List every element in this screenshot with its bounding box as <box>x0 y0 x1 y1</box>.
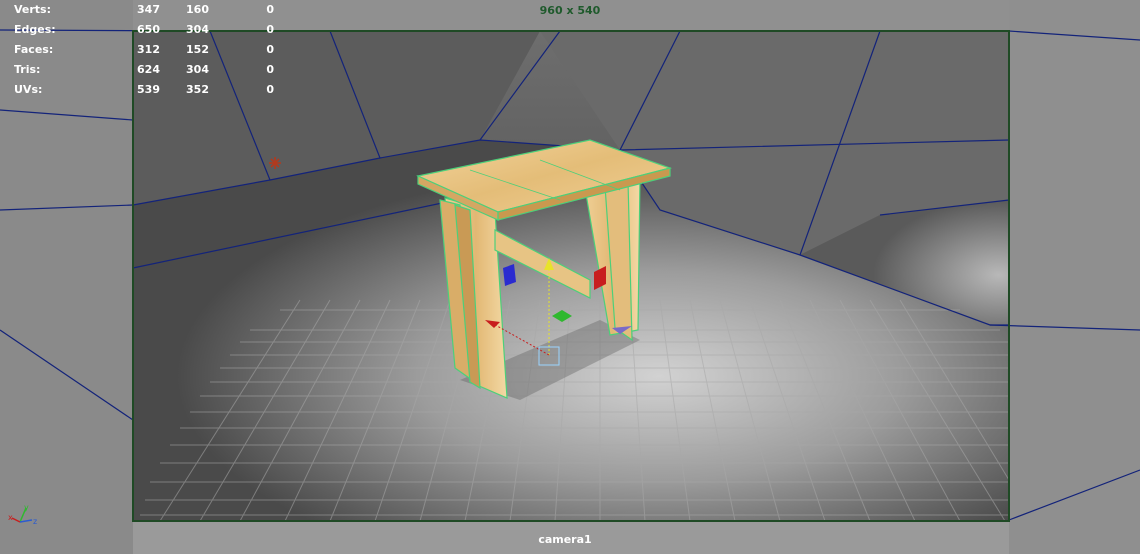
hud-label: Faces: <box>14 43 54 56</box>
hud-value: 624 <box>137 63 160 76</box>
axis-label-y: y <box>24 503 29 512</box>
view-axis-indicator: y x z <box>6 500 46 540</box>
hud-label: UVs: <box>14 83 43 96</box>
hud-value: 0 <box>266 43 274 56</box>
hud-value: 304 <box>186 23 209 36</box>
hud-value: 352 <box>186 83 209 96</box>
hud-value: 347 <box>137 3 160 16</box>
hud-value: 152 <box>186 43 209 56</box>
hud-value: 539 <box>137 83 160 96</box>
hud-value: 650 <box>137 23 160 36</box>
hud-value: 0 <box>266 3 274 16</box>
z-plane-handle <box>503 264 516 286</box>
hud-label: Tris: <box>14 63 41 76</box>
axis-label-z: z <box>33 517 37 526</box>
axis-label-x: x <box>8 513 13 522</box>
hud-value: 304 <box>186 63 209 76</box>
hud-value: 160 <box>186 3 209 16</box>
hud-label: Edges: <box>14 23 56 36</box>
camera-label: camera1 <box>538 533 592 546</box>
hud-value: 0 <box>266 63 274 76</box>
hud-value: 0 <box>266 83 274 96</box>
hud-label: Verts: <box>14 3 52 16</box>
hud-value: 312 <box>137 43 160 56</box>
hud-value: 0 <box>266 23 274 36</box>
resolution-label: 960 x 540 <box>539 4 601 17</box>
